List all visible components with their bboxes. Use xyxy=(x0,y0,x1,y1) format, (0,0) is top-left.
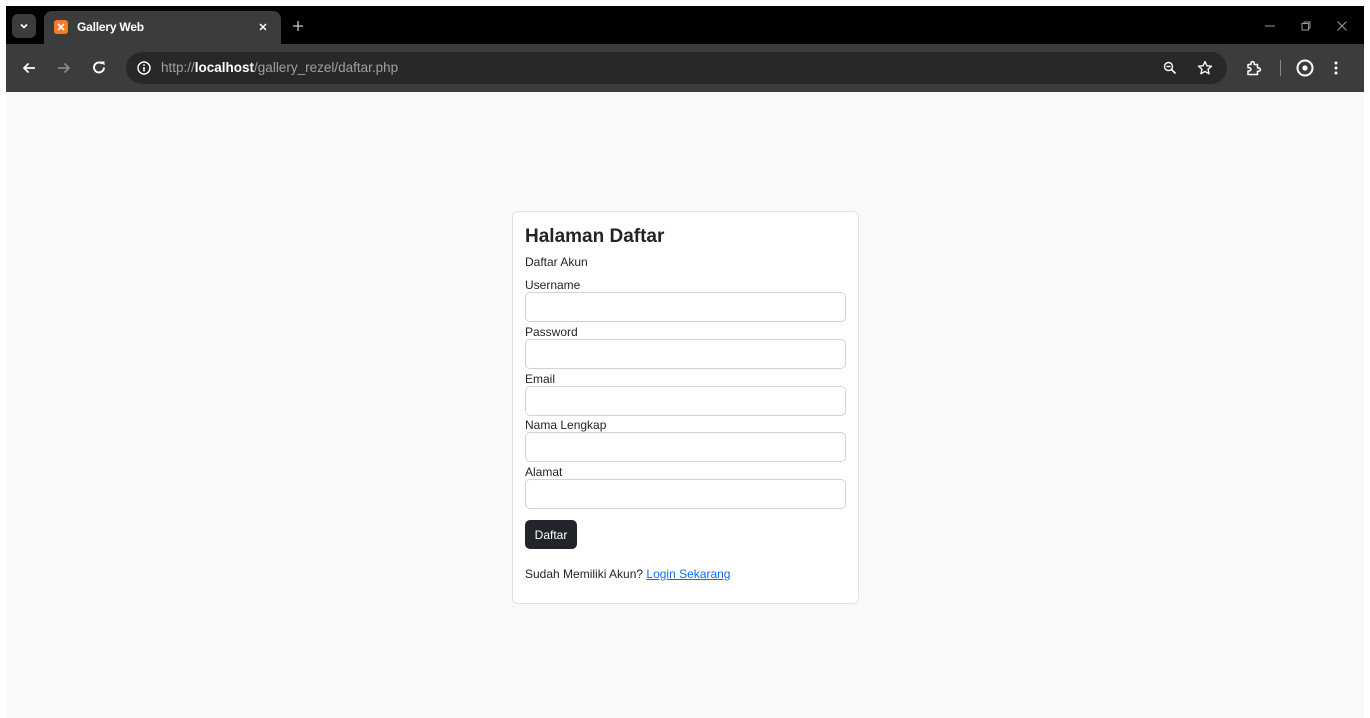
restore-icon xyxy=(1301,21,1311,31)
card-subtitle: Daftar Akun xyxy=(525,255,588,269)
arrow-right-icon xyxy=(58,62,71,74)
forward-button[interactable] xyxy=(52,56,76,80)
profile-button[interactable] xyxy=(1293,56,1317,80)
url-path: /gallery_rezel/daftar.php xyxy=(254,60,399,75)
login-prompt-text: Sudah Memiliki Akun? xyxy=(525,567,644,581)
restore-button[interactable] xyxy=(1296,16,1316,36)
profile-icon xyxy=(1296,59,1314,77)
window-close-button[interactable] xyxy=(1332,16,1352,36)
register-button[interactable]: Daftar xyxy=(525,520,577,549)
fullname-label: Nama Lengkap xyxy=(525,418,607,432)
bookmark-button[interactable] xyxy=(1195,58,1215,78)
tab-strip: Gallery Web xyxy=(6,6,1364,44)
more-vert-icon xyxy=(1334,61,1338,75)
site-info-button[interactable] xyxy=(134,58,154,78)
new-tab-button[interactable] xyxy=(288,16,308,36)
zoom-button[interactable] xyxy=(1160,58,1180,78)
menu-button[interactable] xyxy=(1324,56,1348,80)
browser-window: Gallery Web http://localhost/gallery_rez… xyxy=(6,6,1364,718)
browser-toolbar: http://localhost/gallery_rezel/daftar.ph… xyxy=(6,44,1364,92)
xampp-icon xyxy=(54,20,68,34)
tab-search-button[interactable] xyxy=(12,14,36,38)
fullname-input[interactable] xyxy=(525,432,846,462)
url-host: localhost xyxy=(194,60,255,75)
chevron-down-icon xyxy=(20,23,28,29)
address-input[interactable] xyxy=(525,479,846,509)
email-label: Email xyxy=(525,372,556,386)
plus-icon xyxy=(293,21,303,31)
login-prompt: Sudah Memiliki Akun? Login Sekarang xyxy=(525,567,730,581)
password-input[interactable] xyxy=(525,339,846,369)
username-input[interactable] xyxy=(525,292,846,322)
close-icon xyxy=(259,23,267,31)
tab-close-button[interactable] xyxy=(255,19,271,35)
zoom-out-icon xyxy=(1163,61,1177,75)
password-label: Password xyxy=(525,325,578,339)
extensions-button[interactable] xyxy=(1241,56,1265,80)
info-icon xyxy=(137,61,151,75)
address-label: Alamat xyxy=(525,465,563,479)
puzzle-icon xyxy=(1246,60,1261,75)
username-label: Username xyxy=(525,278,581,292)
url-scheme: http:// xyxy=(161,60,195,75)
email-input[interactable] xyxy=(525,386,846,416)
tab-title: Gallery Web xyxy=(77,20,144,34)
reload-icon xyxy=(93,61,105,74)
arrow-left-icon xyxy=(22,62,35,74)
toolbar-divider xyxy=(1280,60,1281,76)
minimize-icon xyxy=(1265,25,1275,27)
page-title: Halaman Daftar xyxy=(525,226,665,247)
reload-button[interactable] xyxy=(87,56,111,80)
minimize-button[interactable] xyxy=(1260,16,1280,36)
star-icon xyxy=(1197,60,1213,75)
url-text: http://localhost/gallery_rezel/daftar.ph… xyxy=(161,60,398,75)
register-card: Halaman Daftar Daftar Akun Username Pass… xyxy=(512,211,859,604)
login-link[interactable]: Login Sekarang xyxy=(646,567,730,581)
back-button[interactable] xyxy=(17,56,41,80)
address-bar[interactable]: http://localhost/gallery_rezel/daftar.ph… xyxy=(126,52,1227,84)
active-tab[interactable]: Gallery Web xyxy=(44,11,281,44)
page-viewport: Halaman Daftar Daftar Akun Username Pass… xyxy=(6,92,1364,718)
close-icon xyxy=(1337,21,1347,31)
